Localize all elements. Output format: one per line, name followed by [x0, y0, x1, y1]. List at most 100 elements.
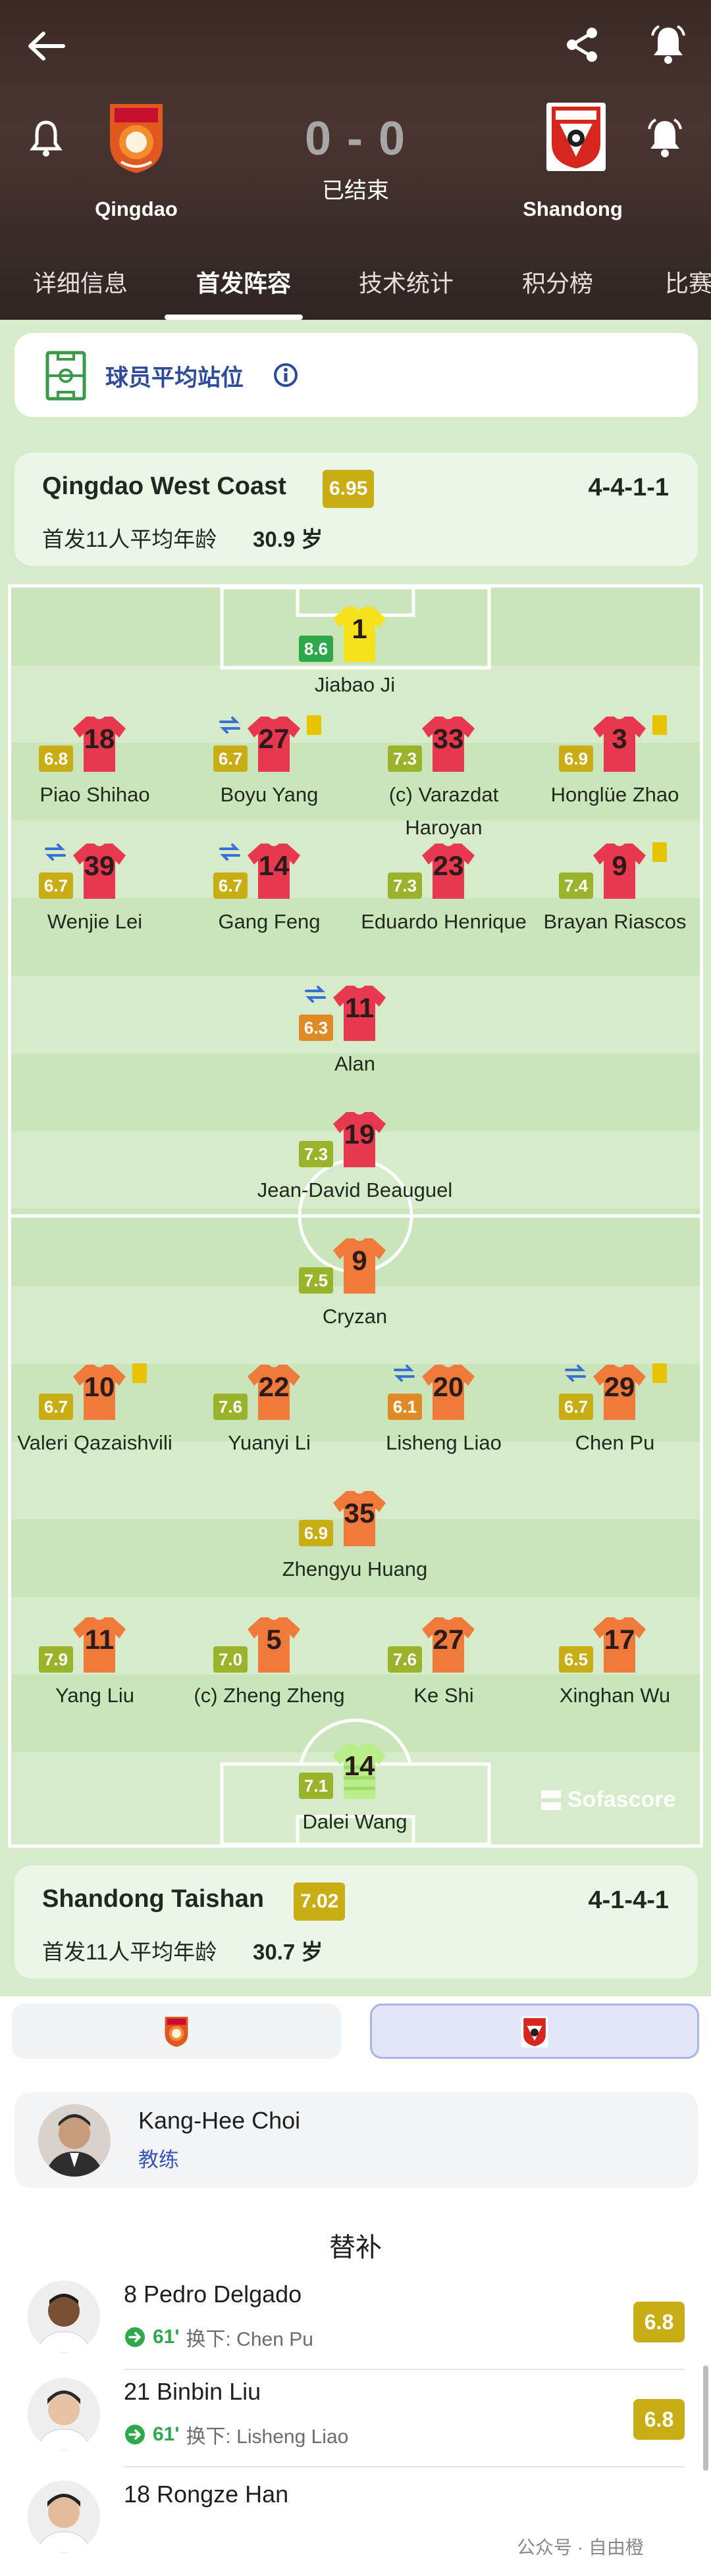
home-age-value: 30.9 岁	[253, 527, 323, 551]
player-home[interactable]: 39 6.7 Wenjie Lei	[6, 841, 184, 956]
player-home[interactable]: 33 7.3 (c) Varazdat Haroyan	[355, 714, 533, 839]
player-name: Dalei Wang	[302, 1810, 408, 1833]
bell-icon	[30, 120, 63, 157]
coach-card[interactable]: Kang-Hee Choi 教练	[14, 2092, 698, 2188]
player-away[interactable]: 22 7.6 Yuanyi Li	[180, 1362, 358, 1477]
player-away[interactable]: 5 7.0 (c) Zheng Zheng	[180, 1615, 358, 1730]
away-team-card: Shandong Taishan 7.02 4-1-4-1 首发11人平均年龄 …	[14, 1865, 698, 1979]
info-icon	[274, 363, 298, 387]
shirt-number: 27	[258, 723, 290, 754]
tab-lineups[interactable]: 首发阵容	[196, 265, 291, 299]
player-home-gk[interactable]: 1 8.6 Jiabao Ji	[266, 604, 444, 719]
player-rating: 6.7	[39, 872, 73, 899]
coach-name: Kang-Hee Choi	[138, 2107, 301, 2134]
notification-bell-button[interactable]	[648, 24, 688, 66]
player-home[interactable]: 18 6.8 Piao Shihao	[6, 714, 184, 829]
shirt-number: 19	[344, 1119, 375, 1149]
player-away[interactable]: 29 6.7 Chen Pu	[526, 1362, 704, 1477]
player-name: Yuanyi Li	[228, 1431, 311, 1454]
match-header: Qingdao Shandong 0 - 0 已结束 详细信息 首发阵容 技术统…	[0, 0, 711, 320]
home-follow-bell[interactable]	[30, 118, 69, 164]
player-name: Yang Liu	[55, 1684, 135, 1707]
yellow-card-icon	[652, 715, 667, 735]
player-name: Brayan Riascos	[543, 910, 687, 933]
substitution-icon	[219, 717, 240, 734]
player-avatar	[28, 2281, 100, 2353]
sub-replaced: 换下: Lisheng Liao	[186, 2426, 349, 2448]
home-team-rating: 6.95	[323, 470, 375, 508]
tab-details[interactable]: 详细信息	[33, 265, 128, 299]
player-home[interactable]: 27 6.7 Boyu Yang	[180, 714, 358, 829]
tab-statistics[interactable]: 技术统计	[359, 265, 454, 299]
player-away[interactable]: 17 6.5 Xinghan Wu	[526, 1615, 704, 1730]
home-team-card: Qingdao West Coast 6.95 4-4-1-1 首发11人平均年…	[14, 453, 698, 566]
player-rating: 7.6	[213, 1394, 248, 1420]
home-team-name[interactable]: Qingdao	[51, 197, 222, 221]
yellow-card-icon	[307, 715, 321, 735]
player-away-gk[interactable]: 14 7.1 Dalei Wang	[266, 1741, 444, 1856]
divider	[124, 2466, 685, 2467]
player-rating: 6.7	[213, 872, 248, 899]
sub-in-icon	[125, 2425, 145, 2444]
player-name: Cryzan	[322, 1305, 388, 1328]
player-home[interactable]: 11 6.3 Alan	[266, 983, 444, 1098]
sub-replaced: 换下: Chen Pu	[186, 2329, 313, 2350]
substitutes-title: 替补	[329, 2233, 382, 2262]
player-away[interactable]: 10 6.7 Valeri Qazaishvili	[6, 1362, 184, 1477]
away-team-crest[interactable]	[540, 97, 612, 176]
player-away[interactable]: 27 7.6 Ke Shi	[355, 1615, 533, 1730]
player-name: (c) Zheng Zheng	[194, 1684, 345, 1707]
player-name: Valeri Qazaishvili	[17, 1431, 172, 1454]
shirt-number: 9	[612, 850, 627, 881]
match-status: 已结束	[322, 178, 389, 203]
shirt-number: 10	[84, 1371, 115, 1402]
substitution-icon	[219, 844, 240, 861]
avatar-icon	[28, 2481, 100, 2553]
away-age-label: 首发11人平均年龄	[42, 1940, 217, 1964]
player-away[interactable]: 11 7.9 Yang Liu	[6, 1615, 184, 1730]
substitute-name: 8 Pedro Delgado	[124, 2281, 302, 2308]
player-name: Wenjie Lei	[47, 910, 143, 933]
home-team-switch[interactable]	[12, 2004, 341, 2059]
player-home[interactable]: 19 7.3 Jean-David Beauguel	[257, 1109, 452, 1225]
away-follow-bell[interactable]	[644, 117, 690, 163]
coach-role: 教练	[138, 2148, 179, 2171]
substitution-info: 61' 换下: Lisheng Liao	[124, 2420, 348, 2449]
player-away[interactable]: 9 7.5 Cryzan	[266, 1236, 444, 1351]
share-button[interactable]	[563, 25, 602, 64]
coach-avatar	[38, 2104, 111, 2177]
player-away[interactable]: 20 6.1 Lisheng Liao	[355, 1362, 533, 1477]
player-home[interactable]: 9 7.4 Brayan Riascos	[526, 841, 704, 956]
shirt-number: 14	[258, 850, 290, 881]
match-tabs: 详细信息 首发阵容 技术统计 积分榜 比赛	[0, 249, 711, 320]
substitute-rating: 6.8	[633, 2302, 685, 2342]
avatar-icon	[28, 2281, 100, 2353]
player-rating: 6.9	[299, 1520, 333, 1546]
scrollbar[interactable]	[703, 2365, 708, 2471]
player-rating: 6.7	[213, 745, 248, 772]
away-age-value: 30.7 岁	[253, 1940, 323, 1964]
tab-standings[interactable]: 积分榜	[522, 265, 593, 299]
player-name: Zhengyu Huang	[282, 1557, 428, 1580]
active-tab-indicator	[165, 315, 303, 320]
player-home[interactable]: 3 6.9 Honglüe Zhao	[526, 714, 704, 829]
player-home[interactable]: 14 6.7 Gang Feng	[180, 841, 358, 956]
substitution-icon	[45, 844, 66, 861]
player-name: Chen Pu	[575, 1431, 655, 1454]
away-team-switch[interactable]	[370, 2004, 699, 2059]
away-team-name[interactable]: Shandong	[487, 197, 658, 221]
player-away[interactable]: 35 6.9 Zhengyu Huang	[266, 1488, 444, 1604]
substitute-rating: 6.8	[633, 2399, 685, 2440]
substitute-row[interactable]: 21 Binbin Liu 61' 换下: Lisheng Liao 6.8	[0, 2373, 711, 2465]
average-positions-button[interactable]: 球员平均站位	[14, 333, 698, 417]
shandong-crest-icon	[521, 2016, 548, 2048]
player-home[interactable]: 23 7.3 Eduardo Henrique	[355, 841, 533, 956]
home-team-crest[interactable]	[100, 97, 172, 176]
tab-matches[interactable]: 比赛	[665, 265, 711, 299]
substitute-row[interactable]: 8 Pedro Delgado 61' 换下: Chen Pu 6.8	[0, 2275, 711, 2367]
bell-active-icon	[648, 118, 682, 157]
share-icon	[567, 28, 597, 62]
average-positions-label: 球员平均站位	[105, 365, 244, 391]
player-name: Alan	[334, 1052, 376, 1075]
back-button[interactable]	[26, 26, 72, 66]
